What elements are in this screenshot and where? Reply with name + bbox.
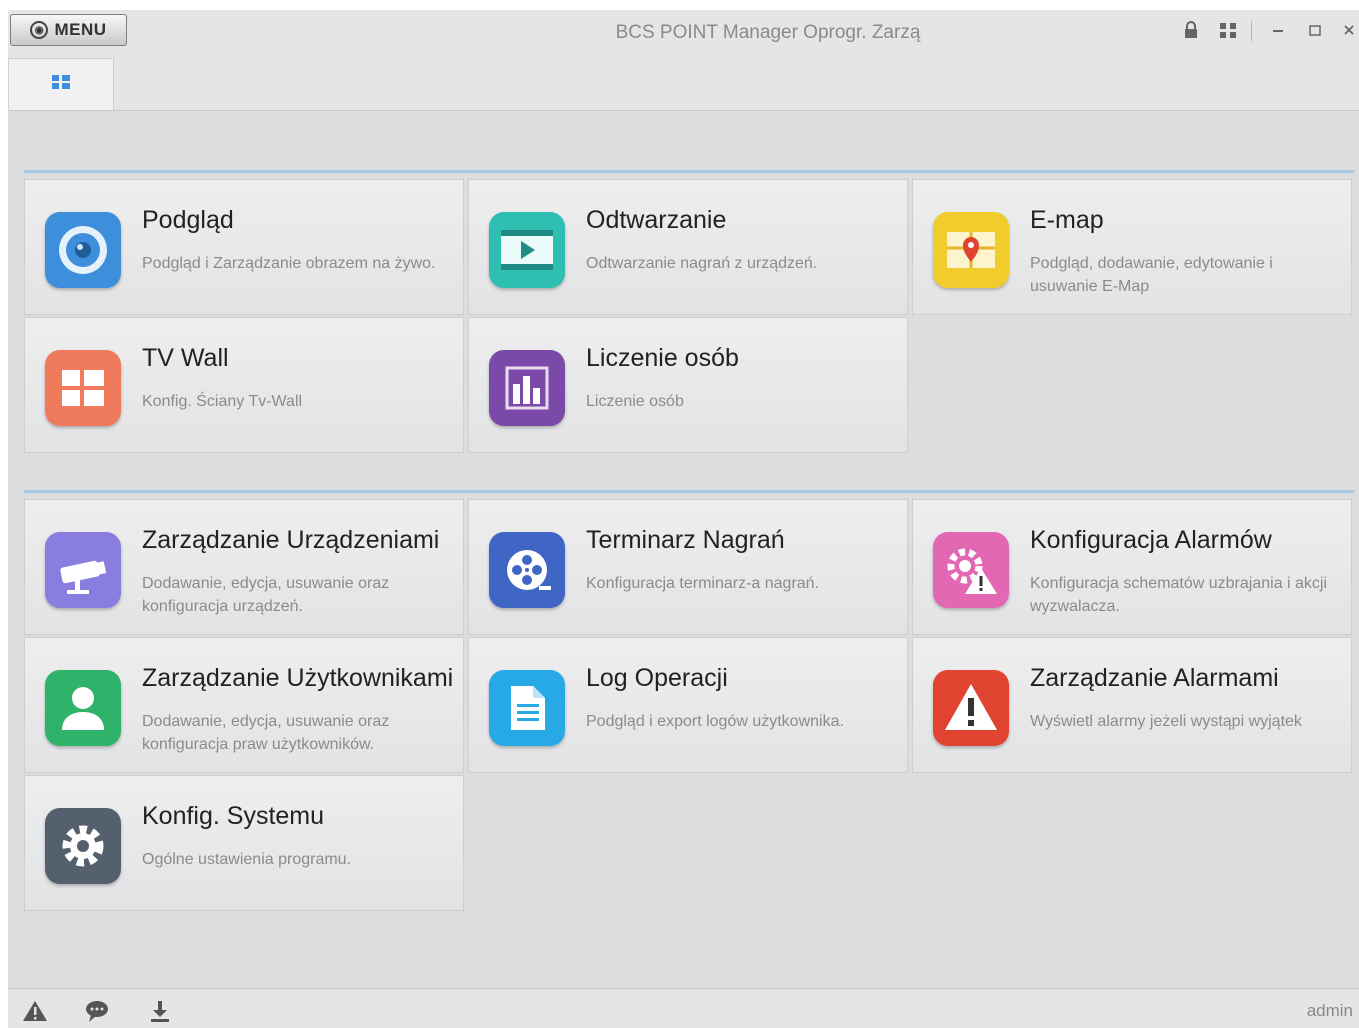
card-title: Terminarz Nagrań [586, 526, 785, 554]
close-icon[interactable] [1338, 19, 1359, 41]
operation-section: Podgląd Podgląd i Zarządzanie obrazem na… [24, 170, 1354, 455]
card-description: Odtwarzanie nagrań z urządzeń. [586, 255, 818, 272]
card-zarzadzanie-alarmami[interactable]: Zarządzanie Alarmami Wyświetl alarmy jeż… [912, 637, 1352, 773]
card-description: Konfig. Ściany Tv-Wall [142, 393, 303, 410]
card-title: Zarządzanie Użytkownikami [142, 664, 454, 692]
card-zarzadzanie-urzadzeniami[interactable]: Zarządzanie Urządzeniami Dodawanie, edyc… [24, 499, 464, 635]
tabbar [8, 54, 1359, 111]
maximize-icon[interactable] [1304, 19, 1326, 41]
card-title: E-map [1030, 206, 1104, 234]
card-title: Log Operacji [586, 664, 728, 692]
card-description: Dodawanie, edycja, usuwanie oraz konfigu… [142, 713, 390, 753]
management-section: Zarządzanie Urządzeniami Dodawanie, edyc… [24, 490, 1354, 913]
card-liczenie-osob[interactable]: Liczenie osób Liczenie osób [468, 317, 908, 453]
card-title: Konfiguracja Alarmów [1030, 526, 1272, 554]
card-title: Odtwarzanie [586, 206, 727, 234]
card-description: Podgląd i export logów użytkownika. [586, 713, 844, 730]
people-counting-icon [489, 350, 565, 426]
home-tab[interactable] [8, 58, 114, 110]
home-grid-icon [51, 74, 71, 95]
alarm-config-icon [933, 532, 1009, 608]
app-title: BCS POINT Manager Oprogr. Zarzą [615, 22, 921, 43]
card-description: Konfiguracja schematów uzbrajania i akcj… [1030, 575, 1328, 615]
user-icon [45, 670, 121, 746]
tv-wall-icon [45, 350, 121, 426]
card-description: Podgląd i Zarządzanie obrazem na żywo. [142, 255, 436, 272]
card-description: Liczenie osób [586, 393, 684, 410]
card-description: Konfiguracja terminarz-a nagrań. [586, 575, 820, 592]
card-title: Konfig. Systemu [142, 802, 325, 830]
live-view-icon [45, 212, 121, 288]
card-log-operacji[interactable]: Log Operacji Podgląd i export logów użyt… [468, 637, 908, 773]
card-emap[interactable]: E-map Podgląd, dodawanie, edytowanie i u… [912, 179, 1352, 315]
current-user: admin [1306, 1001, 1353, 1020]
card-podglad[interactable]: Podgląd Podgląd i Zarządzanie obrazem na… [24, 179, 464, 315]
card-tv-wall[interactable]: TV Wall Konfig. Ściany Tv-Wall [24, 317, 464, 453]
card-konfiguracja-alarmow[interactable]: Konfiguracja Alarmów Konfiguracja schema… [912, 499, 1352, 635]
card-terminarz-nagran[interactable]: Terminarz Nagrań Konfiguracja terminarz-… [468, 499, 908, 635]
titlebar: ◉ MENU BCS POINT Manager Oprogr. Zarzą [8, 10, 1359, 55]
minimize-icon[interactable] [1267, 19, 1289, 41]
card-description: Ogólne ustawienia programu. [142, 851, 352, 868]
alarm-warning-icon [933, 670, 1009, 746]
card-description: Podgląd, dodawanie, edytowanie i usuwani… [1030, 255, 1273, 295]
card-title: Podgląd [142, 206, 234, 234]
card-title: Liczenie osób [586, 344, 739, 372]
message-icon[interactable] [84, 998, 110, 1024]
playback-icon [489, 212, 565, 288]
emap-icon [933, 212, 1009, 288]
app-logo-icon: ◉ [30, 21, 49, 39]
card-description: Dodawanie, edycja, usuwanie oraz konfigu… [142, 575, 390, 615]
log-document-icon [489, 670, 565, 746]
alarm-icon[interactable] [22, 998, 48, 1024]
card-zarzadzanie-uzytkownikami[interactable]: Zarządzanie Użytkownikami Dodawanie, edy… [24, 637, 464, 773]
lock-icon[interactable] [1180, 19, 1202, 41]
menu-button[interactable]: ◉ MENU [10, 14, 127, 46]
app-window: ◉ MENU BCS POINT Manager Oprogr. Zarzą P… [8, 10, 1359, 1028]
card-title: TV Wall [142, 344, 229, 372]
card-description: Wyświetl alarmy jeżeli wystąpi wyjątek [1030, 713, 1302, 730]
card-odtwarzanie[interactable]: Odtwarzanie Odtwarzanie nagrań z urządze… [468, 179, 908, 315]
titlebar-separator [1251, 21, 1252, 41]
download-icon[interactable] [147, 998, 173, 1024]
menu-label: MENU [54, 20, 107, 39]
card-konfig-systemu[interactable]: Konfig. Systemu Ogólne ustawienia progra… [24, 775, 464, 911]
film-reel-icon [489, 532, 565, 608]
camera-device-icon [45, 532, 121, 608]
card-title: Zarządzanie Alarmami [1030, 664, 1279, 692]
card-title: Zarządzanie Urządzeniami [142, 526, 440, 554]
layout-switch-icon[interactable] [1217, 19, 1239, 41]
statusbar: admin [8, 988, 1359, 1028]
system-gear-icon [45, 808, 121, 884]
